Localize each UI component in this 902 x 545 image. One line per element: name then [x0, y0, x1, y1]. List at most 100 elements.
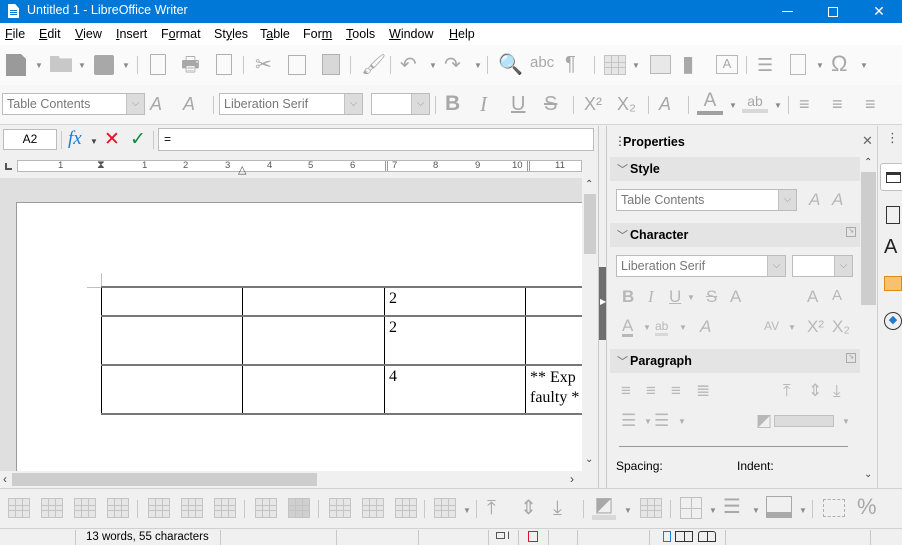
column-marker-icon[interactable]: △	[238, 163, 246, 176]
bullet-list-icon[interactable]: ☰	[621, 411, 636, 431]
strikethrough-icon[interactable]: S	[706, 287, 717, 307]
insert-chart-icon[interactable]: ▮	[682, 53, 694, 75]
style-section-header[interactable]: ﹀ Style	[610, 157, 860, 181]
character-section-header[interactable]: ﹀ Character ↘	[610, 223, 860, 247]
highlight-dropdown-icon[interactable]: ▼	[679, 323, 687, 332]
table-cell[interactable]	[101, 286, 243, 317]
horizontal-ruler[interactable]: 1 ⧗ 1 2 3 △ 4 5 6 7 8 9 10 11	[0, 156, 582, 178]
horizontal-scrollbar[interactable]: ‹ ›	[0, 471, 582, 488]
multi-page-view-icon[interactable]	[675, 531, 693, 542]
chevron-down-icon[interactable]: ⌵	[344, 94, 362, 114]
chevron-down-icon[interactable]: ⌵	[411, 94, 429, 114]
bold-icon[interactable]: B	[445, 93, 460, 114]
undo-icon[interactable]: ↶	[400, 55, 417, 75]
character-spacing-icon[interactable]: AV	[764, 319, 779, 333]
vertical-scrollbar[interactable]: ⌃ ⌄	[582, 178, 598, 471]
menu-form[interactable]: Form	[303, 27, 332, 41]
accept-icon[interactable]: ✓	[130, 128, 146, 151]
delete-columns-icon[interactable]	[181, 498, 203, 518]
cell-background-dropdown-icon[interactable]: ▼	[624, 506, 632, 515]
menu-window[interactable]: Window	[389, 27, 433, 41]
grip-icon[interactable]: ⋮	[886, 130, 899, 146]
cancel-icon[interactable]: ✕	[104, 128, 120, 151]
split-table-icon[interactable]	[395, 498, 417, 518]
grow-font-icon[interactable]: A	[807, 287, 818, 307]
align-bottom-icon[interactable]: ⤓	[833, 381, 841, 401]
chevron-down-icon[interactable]: ⌵	[834, 256, 852, 276]
align-center-icon[interactable]: ≡	[832, 94, 843, 114]
redo-icon[interactable]: ↷	[444, 55, 461, 75]
chevron-down-icon[interactable]: ⌵	[126, 94, 144, 114]
underline-dropdown-icon[interactable]: ▼	[687, 293, 695, 302]
align-left-icon[interactable]: ≡	[621, 381, 631, 401]
column-separator[interactable]	[527, 161, 530, 171]
tab-navigator[interactable]: ◆	[884, 312, 902, 330]
formula-input[interactable]: =	[158, 128, 594, 151]
menu-file[interactable]: File	[5, 27, 25, 41]
border-color-icon[interactable]	[766, 496, 792, 518]
table-properties-icon[interactable]	[640, 498, 662, 518]
menu-edit[interactable]: Edit	[39, 27, 61, 41]
table-dropdown-icon[interactable]: ▼	[632, 61, 640, 70]
insert-rows-below-icon[interactable]	[41, 498, 63, 518]
cut-icon[interactable]: ✂	[255, 55, 272, 75]
align-center-icon[interactable]: ≡	[646, 381, 656, 401]
tab-page[interactable]	[886, 206, 900, 224]
numbered-list-icon[interactable]: ☰	[654, 411, 669, 431]
split-cells-icon[interactable]	[362, 498, 384, 518]
insert-table-icon[interactable]	[604, 55, 626, 75]
align-left-icon[interactable]: ≡	[799, 94, 810, 114]
autofit-dropdown-icon[interactable]: ▼	[463, 506, 471, 515]
font-color-icon[interactable]: A	[622, 317, 634, 337]
book-view-icon[interactable]	[698, 531, 716, 542]
insert-field-icon[interactable]	[790, 54, 806, 75]
minimize-button[interactable]	[764, 0, 810, 23]
sidebar-font-name-combo[interactable]: Liberation Serif ⌵	[616, 255, 786, 277]
new-document-icon[interactable]	[6, 54, 26, 76]
spacing-dropdown-icon[interactable]: ▼	[788, 323, 796, 332]
clone-formatting-icon[interactable]: 🖌	[361, 55, 386, 75]
sidebar-collapse-handle[interactable]: ▶	[599, 267, 606, 340]
save-icon[interactable]	[94, 55, 114, 75]
clear-formatting-icon[interactable]: A	[659, 94, 671, 114]
paragraph-section-header[interactable]: ﹀ Paragraph ↘	[610, 349, 860, 373]
borders-dropdown-icon[interactable]: ▼	[709, 506, 717, 515]
special-char-dropdown-icon[interactable]: ▼	[860, 61, 868, 70]
underline-icon[interactable]: U	[669, 287, 681, 307]
clear-formatting-icon[interactable]: A	[700, 317, 711, 337]
highlight-dropdown-icon[interactable]: ▼	[774, 101, 782, 110]
italic-icon[interactable]: I	[480, 94, 487, 115]
table-cell[interactable]: ** Exp faulty *	[525, 365, 586, 415]
bold-icon[interactable]: B	[622, 287, 634, 307]
table-cell[interactable]	[242, 364, 385, 415]
table-cell[interactable]: 2	[384, 315, 526, 366]
formatting-marks-icon[interactable]: ¶	[565, 54, 576, 74]
menu-table[interactable]: Table	[260, 27, 290, 41]
align-right-icon[interactable]: ≡	[671, 381, 681, 401]
insert-columns-before-icon[interactable]	[74, 498, 96, 518]
tab-gallery[interactable]	[884, 276, 902, 291]
select-table-icon[interactable]	[288, 498, 310, 518]
new-style-icon[interactable]: A	[832, 190, 843, 210]
menu-view[interactable]: View	[75, 27, 102, 41]
table-cell[interactable]: 2	[384, 286, 526, 317]
table-cell[interactable]	[101, 364, 243, 415]
scroll-down-icon[interactable]: ⌄	[864, 469, 872, 480]
background-dropdown-icon[interactable]: ▼	[842, 417, 850, 426]
new-dropdown-icon[interactable]: ▼	[35, 61, 43, 70]
align-bottom-icon[interactable]: ⤓	[553, 498, 562, 518]
word-count[interactable]: 13 words, 55 characters	[86, 531, 209, 543]
tab-properties[interactable]	[880, 163, 902, 191]
menu-format[interactable]: Format	[161, 27, 201, 41]
font-color-icon[interactable]: A	[697, 91, 723, 115]
scroll-up-icon[interactable]: ⌃	[864, 157, 872, 168]
underline-icon[interactable]: U	[511, 94, 525, 114]
borders-icon[interactable]	[680, 497, 702, 519]
tab-type-icon[interactable]	[5, 163, 12, 170]
background-color-icon[interactable]: ◩	[756, 411, 772, 431]
italic-icon[interactable]: I	[648, 287, 654, 307]
merge-cells-icon[interactable]	[329, 498, 351, 518]
menu-tools[interactable]: Tools	[346, 27, 375, 41]
border-color-dropdown-icon[interactable]: ▼	[799, 506, 807, 515]
function-icon[interactable]: fx	[68, 128, 82, 150]
